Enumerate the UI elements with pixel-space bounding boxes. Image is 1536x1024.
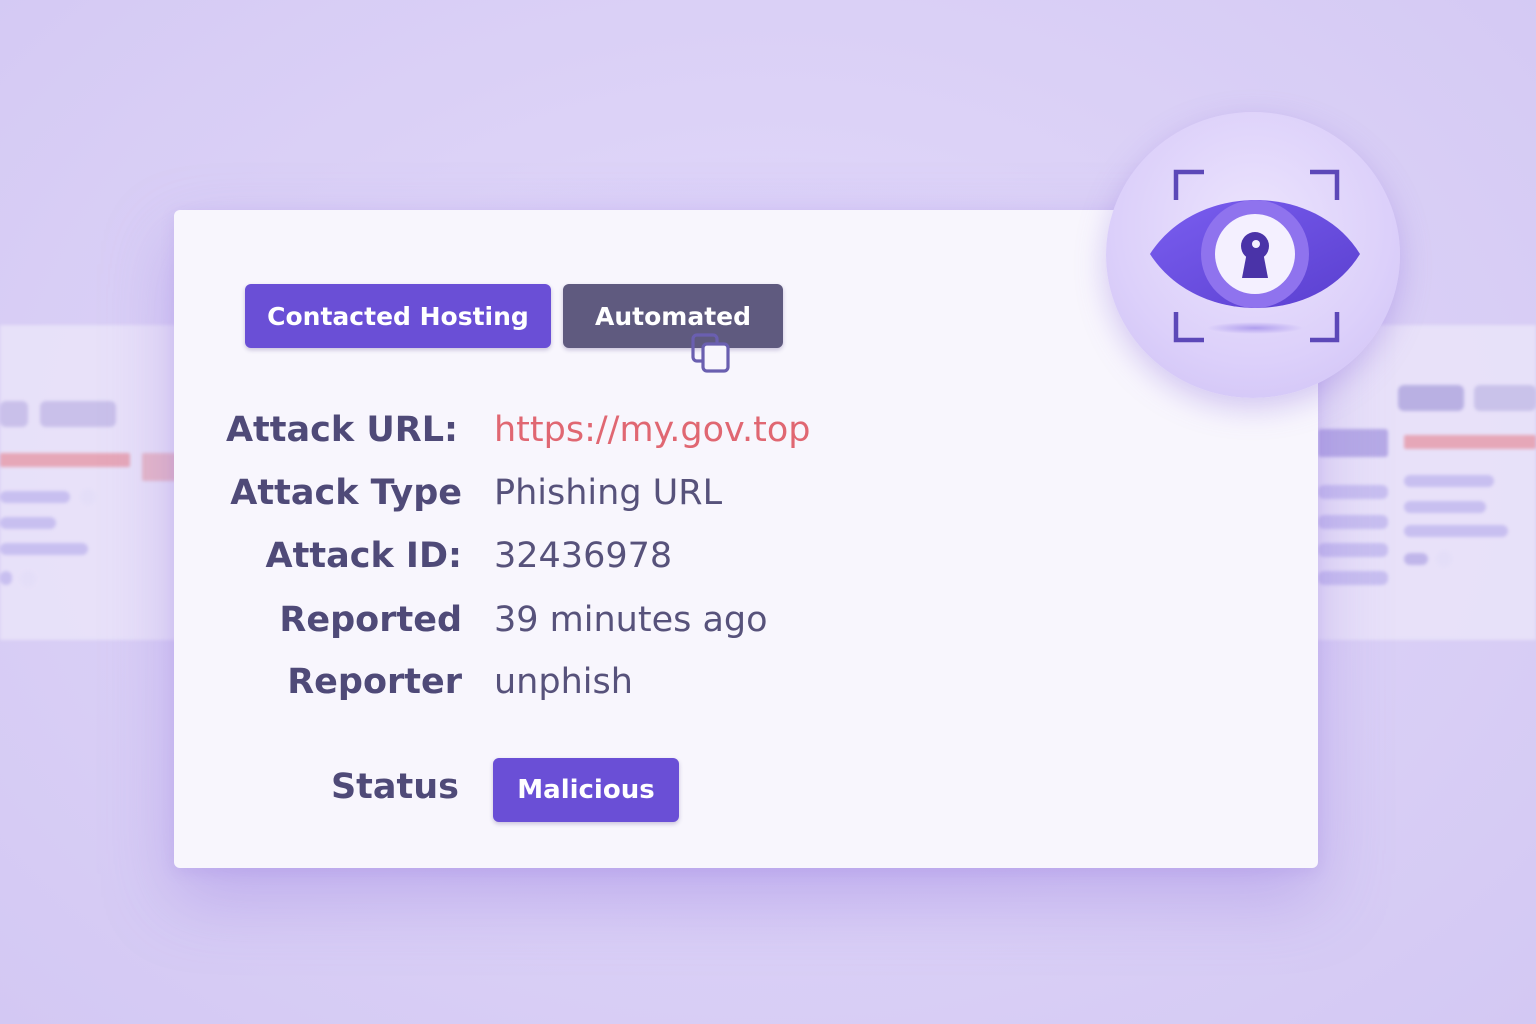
- attack-type-row: Attack Type Phishing URL: [174, 465, 1074, 521]
- attack-url-link[interactable]: https://my.gov.top: [494, 402, 811, 458]
- automated-label: Automated: [595, 301, 751, 331]
- attack-id-value: 32436978: [494, 536, 673, 576]
- contacted-hosting-tag[interactable]: Contacted Hosting: [245, 284, 551, 348]
- reporter-label: Reporter: [287, 662, 462, 702]
- automated-tag[interactable]: Automated: [563, 284, 783, 348]
- attack-type-value: Phishing URL: [494, 473, 723, 513]
- background-panel-left: [0, 325, 200, 640]
- copy-icon[interactable]: [690, 332, 732, 374]
- attack-url-row: Attack URL: https://my.gov.top: [174, 402, 1074, 458]
- reported-label: Reported: [279, 600, 462, 640]
- attack-id-label: Attack ID:: [265, 536, 462, 576]
- reporter-value: unphish: [494, 662, 633, 702]
- status-malicious-badge[interactable]: Malicious: [493, 758, 679, 822]
- attack-type-label: Attack Type: [230, 473, 462, 513]
- reported-value: 39 minutes ago: [494, 600, 768, 640]
- contacted-hosting-label: Contacted Hosting: [267, 301, 529, 331]
- eye-keyhole-icon: [1150, 169, 1360, 343]
- attack-id-row: Attack ID: 32436978: [174, 528, 1074, 584]
- status-label: Status: [330, 767, 459, 807]
- reported-row: Reported 39 minutes ago: [174, 592, 1074, 648]
- status-malicious-label: Malicious: [517, 775, 655, 805]
- reporter-row: Reporter unphish: [174, 654, 1074, 710]
- eye-badge: [1106, 112, 1400, 398]
- attack-url-label: Attack URL:: [225, 410, 458, 450]
